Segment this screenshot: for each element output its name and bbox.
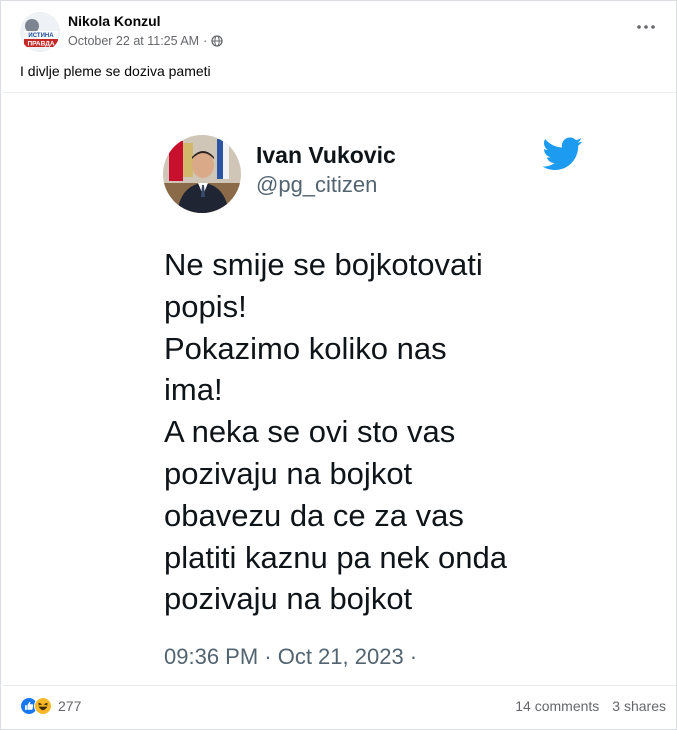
- reaction-count: 277: [58, 698, 82, 714]
- tweet-line: platiti kaznu pa nek onda: [164, 539, 507, 575]
- tweet-line: Pokazimo koliko nas: [164, 330, 447, 366]
- author-name[interactable]: Nikola Konzul: [68, 13, 161, 29]
- more-options-button[interactable]: [634, 19, 658, 35]
- tweet-timestamp: 09:36 PM · Oct 21, 2023 ·: [164, 644, 418, 669]
- tweet-line: ima!: [164, 372, 223, 408]
- tweet-line: pozivaju na bojkot: [164, 581, 413, 617]
- tweet-line: Ne smije se bojkotovati: [164, 247, 483, 282]
- facebook-post: ИСТИНА ПРАВДА Nikola Konzul October 22 a…: [0, 0, 677, 730]
- globe-icon[interactable]: [211, 35, 223, 47]
- portrait-image: [163, 135, 241, 213]
- avatar-text-bottom: ПРАВДА: [27, 41, 54, 48]
- avatar-text-top: ИСТИНА: [28, 33, 54, 39]
- haha-icon: [34, 697, 52, 715]
- author-avatar[interactable]: ИСТИНА ПРАВДА: [20, 12, 60, 52]
- tweet-line: obavezu da ce za vas: [164, 497, 464, 533]
- post-meta: October 22 at 11:25 AM ·: [68, 34, 223, 48]
- tweet-line: popis!: [164, 288, 247, 324]
- twitter-bird-icon: [543, 137, 583, 170]
- avatar-logo-image: ИСТИНА ПРАВДА: [20, 12, 60, 52]
- tweet-text: Ne smije se bojkotovati popis! Pokazimo …: [164, 244, 584, 620]
- tweet-line: pozivaju na bojkot: [164, 455, 413, 491]
- comments-count-link[interactable]: 14 comments: [515, 698, 599, 714]
- engagement-stats: 14 comments 3 shares: [515, 698, 666, 714]
- tweet-line: A neka se ovi sto vas: [164, 414, 456, 450]
- post-date[interactable]: October 22 at 11:25 AM: [68, 34, 199, 48]
- reactions-summary[interactable]: 277: [20, 697, 81, 715]
- meta-separator: ·: [203, 34, 208, 48]
- tweet-author-avatar: [163, 135, 241, 213]
- tweet-author-name: Ivan Vukovic: [256, 142, 396, 168]
- post-caption: I divlje pleme se doziva pameti: [20, 63, 211, 79]
- tweet-author-handle: @pg_citizen: [256, 172, 378, 197]
- more-horizontal-icon: [637, 25, 655, 29]
- tweet-screenshot[interactable]: Ivan Vukovic @pg_citizen Ne smije se boj…: [3, 92, 676, 686]
- shares-count-link[interactable]: 3 shares: [612, 698, 666, 714]
